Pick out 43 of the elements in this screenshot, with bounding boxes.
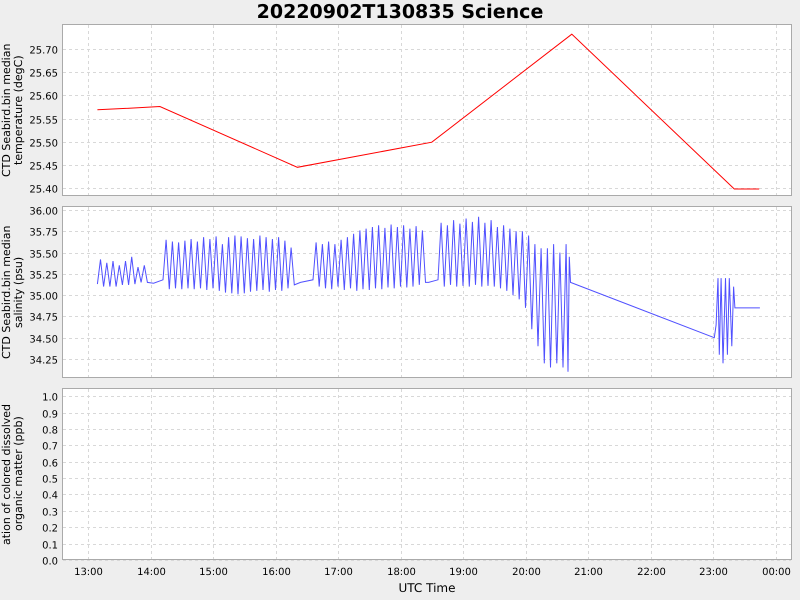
x-axis-title: UTC Time — [398, 581, 456, 595]
x-tick-label: 00:00 — [762, 567, 791, 578]
y-tick-label: 25.40 — [29, 184, 58, 196]
x-tick-label: 16:00 — [262, 567, 291, 578]
y-tick-label: 25.65 — [29, 68, 58, 80]
y-axis-title: CTD Seabird.bin median temperature (degC) — [1, 42, 25, 179]
y-tick-label: 25.70 — [29, 46, 58, 56]
y-tick-label: 0.9 — [42, 410, 58, 420]
x-tick-label: 22:00 — [637, 567, 666, 578]
y-tick-label: 25.45 — [29, 162, 58, 172]
y-tick-label: 35.25 — [29, 270, 58, 282]
chart-title: 20220902T130835 Science — [256, 0, 544, 24]
y-tick-label: 0.2 — [42, 524, 58, 534]
x-tick-label: 18:00 — [387, 567, 416, 578]
y-tick-label: 0.0 — [42, 556, 58, 568]
y-tick-label: 34.50 — [29, 334, 58, 346]
y-tick-label: 25.60 — [29, 92, 58, 102]
x-tick-label: 14:00 — [137, 567, 166, 578]
x-tick-label: 19:00 — [449, 567, 478, 578]
x-tick-label: 17:00 — [324, 567, 353, 578]
x-tick-label: 23:00 — [699, 567, 728, 578]
y-tick-label: 0.4 — [42, 490, 58, 502]
y-tick-label: 36.00 — [29, 206, 58, 218]
y-tick-label: 35.00 — [29, 292, 58, 302]
y-axis-title: CTD Seabird.bin median salinity (psu) — [1, 224, 25, 361]
x-tick-label: 21:00 — [574, 567, 603, 578]
x-tick-label: 20:00 — [512, 567, 541, 578]
y-axis-title: ation of colored dissolved organic matter (ppb) — [1, 402, 25, 547]
y-tick-label: 34.25 — [29, 356, 58, 366]
y-tick-label: 0.1 — [42, 540, 58, 552]
y-tick-label: 35.75 — [29, 228, 58, 238]
y-tick-label: 35.50 — [29, 250, 58, 260]
y-tick-label: 25.55 — [29, 116, 58, 126]
y-tick-label: 1.0 — [42, 392, 58, 404]
y-tick-label: 0.3 — [42, 508, 58, 518]
y-tick-label: 0.6 — [42, 458, 58, 470]
x-tick-label: 13:00 — [74, 567, 103, 578]
y-tick-label: 0.8 — [42, 426, 58, 436]
y-tick-label: 34.75 — [29, 312, 58, 324]
y-tick-label: 0.5 — [42, 474, 58, 486]
y-tick-label: 25.50 — [29, 138, 58, 150]
y-tick-label: 0.7 — [42, 442, 58, 452]
x-tick-label: 15:00 — [199, 567, 228, 578]
